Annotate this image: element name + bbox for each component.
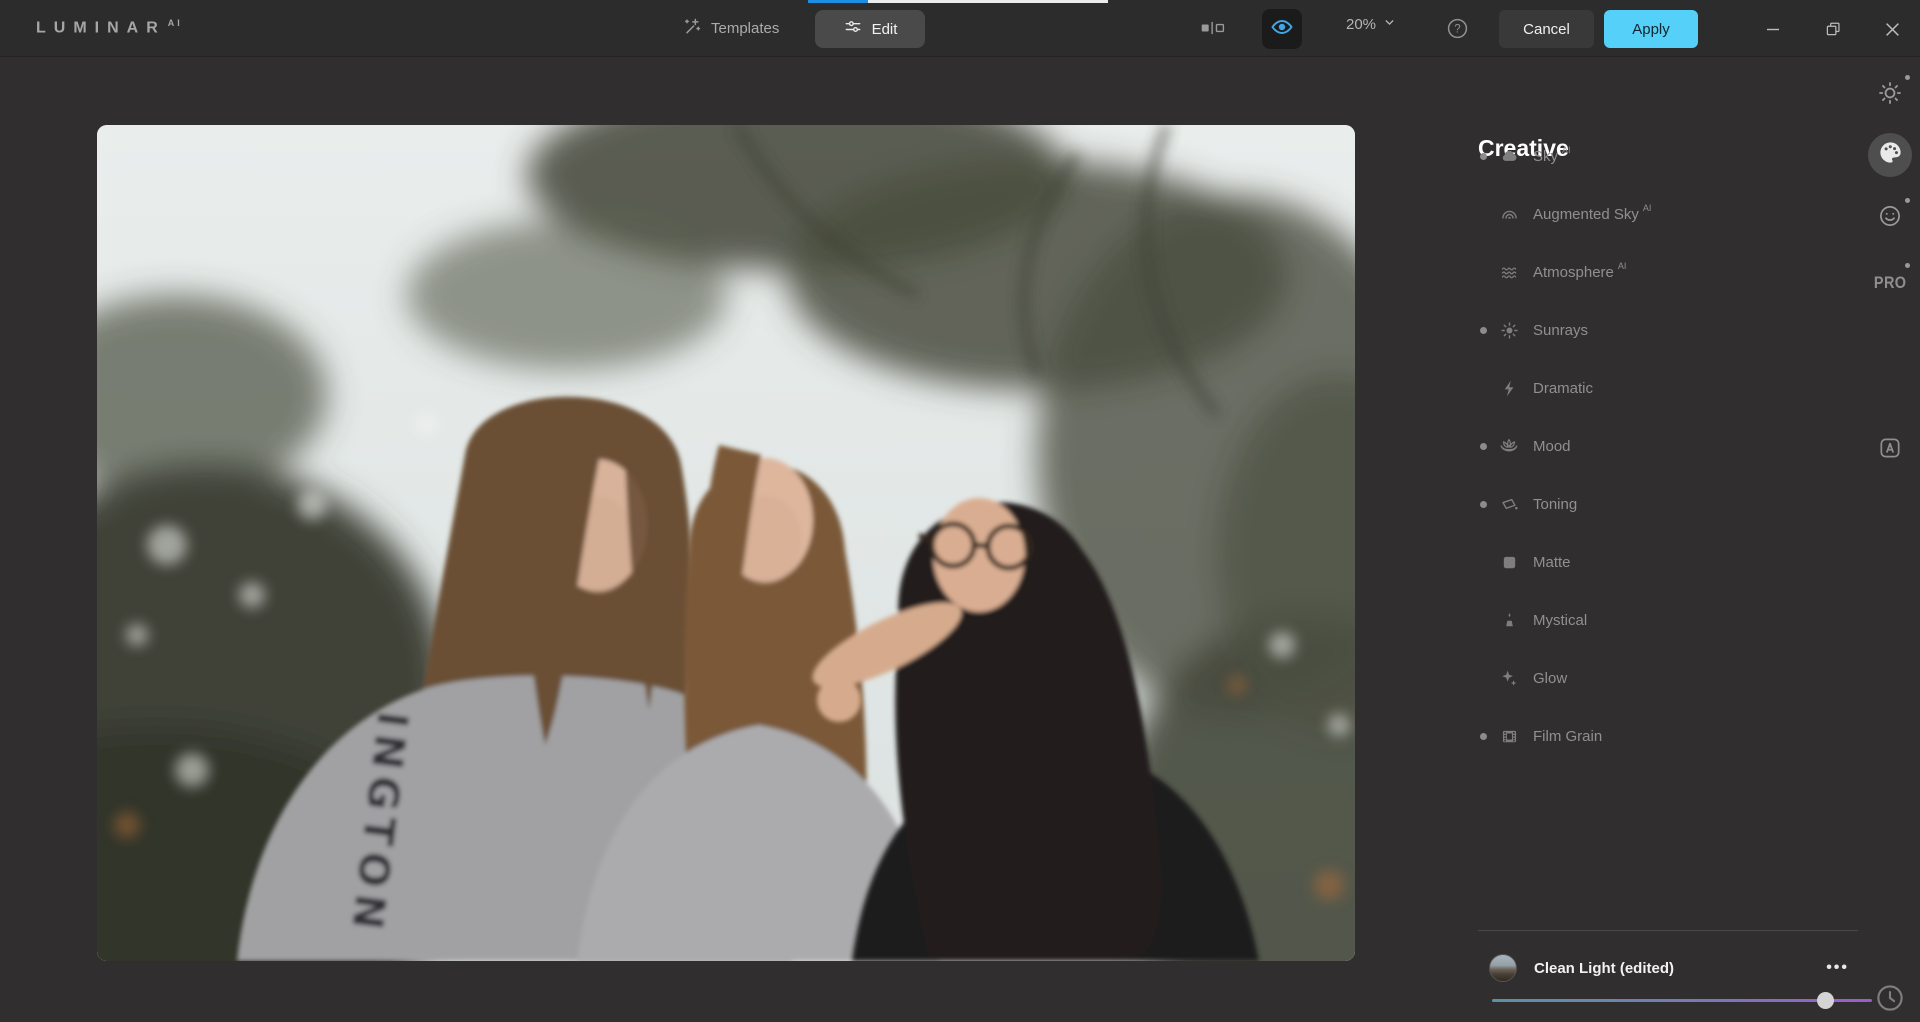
panel-item-label: Glow (1533, 670, 1567, 687)
panel-item-label: Atmosphere (1533, 264, 1614, 281)
compare-icon (1200, 17, 1226, 43)
notification-dot (1905, 198, 1910, 203)
close-button[interactable] (1877, 14, 1907, 44)
rail-item-creative[interactable] (1868, 133, 1912, 177)
lightning-icon (1498, 377, 1520, 399)
panel-item-label: Dramatic (1533, 380, 1593, 397)
template-thumbnail[interactable] (1489, 954, 1517, 982)
candle-icon (1498, 609, 1520, 631)
notification-dot (1905, 263, 1910, 268)
panel-item-sunrays[interactable]: Sunrays (1476, 301, 1806, 359)
pro-icon: PRO (1874, 273, 1907, 293)
compare-view-button[interactable] (1200, 17, 1226, 43)
sun-rays-icon (1498, 319, 1520, 341)
panel-item-label: Mood (1533, 438, 1571, 455)
ai-badge: AI (1618, 261, 1627, 271)
a-square-icon (1877, 435, 1903, 466)
progress-fill (808, 0, 868, 3)
lotus-icon (1498, 435, 1520, 457)
chevron-down-icon (1383, 16, 1396, 33)
apply-button[interactable]: Apply (1604, 10, 1698, 48)
edited-indicator-dot (1480, 443, 1487, 450)
edit-label: Edit (872, 21, 898, 38)
panel-item-atmosphere[interactable]: Atmosphere AI (1476, 243, 1806, 301)
ai-badge: AI (1562, 145, 1571, 155)
edit-tab[interactable]: Edit (815, 10, 925, 48)
rainbow-icon (1498, 203, 1520, 225)
panel-item-glow[interactable]: Glow (1476, 649, 1806, 707)
paint-bucket-icon (1498, 493, 1520, 515)
minimize-button[interactable] (1758, 14, 1788, 44)
edited-indicator-dot (1480, 327, 1487, 334)
sparkle-icon (1498, 667, 1520, 689)
sun-icon (1877, 80, 1903, 111)
panel-item-label: Sunrays (1533, 322, 1588, 339)
workspace: INGTON (0, 57, 1920, 1022)
maximize-button[interactable] (1818, 14, 1848, 44)
applied-template-row: Clean Light (edited) ••• (1489, 952, 1849, 984)
eye-icon (1270, 15, 1294, 43)
header-bar: LUMINARAI Templates Edit (0, 0, 1920, 57)
slider-thumb[interactable] (1817, 992, 1834, 1009)
notification-dot (1905, 75, 1910, 80)
panel-item-toning[interactable]: Toning (1476, 475, 1806, 533)
edited-indicator-dot (1480, 733, 1487, 740)
panel-item-sky[interactable]: Sky AI (1476, 127, 1806, 185)
cancel-button[interactable]: Cancel (1499, 10, 1594, 48)
rail-item-professional[interactable]: PRO (1868, 261, 1912, 305)
logo-ai-sup: AI (168, 18, 183, 28)
svg-text:?: ? (1454, 24, 1460, 36)
photo-three-women: INGTON (97, 125, 1355, 961)
creative-panel: Sky AI Augmented Sky AI Atmosphere AI Su… (1476, 127, 1806, 765)
rail-item-portrait[interactable] (1868, 196, 1912, 240)
panel-item-film-grain[interactable]: Film Grain (1476, 707, 1806, 765)
footer-divider (1478, 930, 1858, 931)
magic-wand-icon (682, 16, 702, 40)
zoom-level: 20% (1346, 16, 1376, 33)
help-button[interactable]: ? (1446, 17, 1469, 44)
panel-item-label: Film Grain (1533, 728, 1602, 745)
template-amount-slider[interactable] (1492, 992, 1872, 1008)
help-icon: ? (1446, 17, 1469, 44)
panel-item-label: Matte (1533, 554, 1571, 571)
slider-track (1492, 999, 1872, 1002)
edited-indicator-dot (1480, 501, 1487, 508)
face-icon (1877, 203, 1903, 234)
panel-item-dramatic[interactable]: Dramatic (1476, 359, 1806, 417)
app-logo: LUMINARAI (36, 18, 183, 37)
panel-item-label: Toning (1533, 496, 1577, 513)
palette-icon (1877, 139, 1904, 171)
rail-item-essentials[interactable] (1868, 73, 1912, 117)
ai-badge: AI (1643, 203, 1652, 213)
rail-item-history[interactable] (1868, 978, 1912, 1022)
panel-item-mood[interactable]: Mood (1476, 417, 1806, 475)
clock-icon (1873, 981, 1907, 1020)
cloud-icon (1498, 145, 1520, 167)
logo-text: LUMINAR (36, 19, 166, 36)
template-name: Clean Light (edited) (1534, 960, 1674, 977)
film-icon (1498, 725, 1520, 747)
zoom-control[interactable]: 20% (1346, 16, 1396, 33)
waves-icon (1498, 261, 1520, 283)
templates-label: Templates (711, 20, 779, 37)
templates-tab[interactable]: Templates (682, 16, 779, 40)
panel-item-matte[interactable]: Matte (1476, 533, 1806, 591)
panel-item-label: Sky (1533, 148, 1558, 165)
sliders-icon (843, 17, 863, 41)
template-options-button[interactable]: ••• (1826, 959, 1849, 977)
top-progress-bar (808, 0, 1108, 3)
edited-indicator-dot (1480, 153, 1487, 160)
panel-item-label: Mystical (1533, 612, 1587, 629)
square-icon (1498, 551, 1520, 573)
photo-canvas[interactable]: INGTON (97, 125, 1355, 961)
panel-item-mystical[interactable]: Mystical (1476, 591, 1806, 649)
panel-item-augmented-sky[interactable]: Augmented Sky AI (1476, 185, 1806, 243)
rail-item-local-adjustments[interactable] (1868, 428, 1912, 472)
preview-eye-button[interactable] (1262, 9, 1302, 49)
panel-item-label: Augmented Sky (1533, 206, 1639, 223)
